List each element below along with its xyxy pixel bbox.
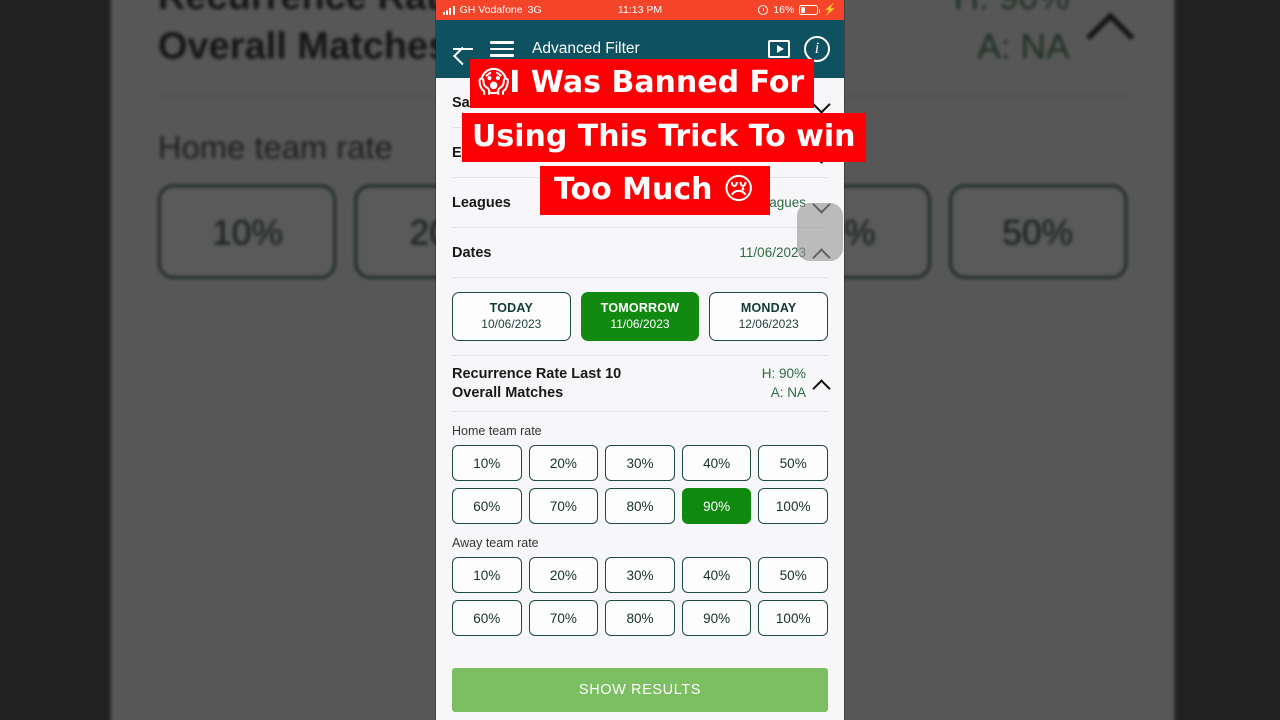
home-rate-option[interactable]: 40% [681, 445, 752, 481]
bg-home-summary: H: 90% [954, 0, 1070, 23]
battery-icon [799, 5, 821, 15]
away-rate-option[interactable]: 20% [528, 557, 599, 593]
recurrence-right: H: 90% A: NA [762, 365, 828, 401]
date-chip-tomorrow[interactable]: TOMORROW 11/06/2023 [580, 292, 700, 341]
caption-line-2: Using This Trick To win [462, 113, 866, 162]
bg-recurrence-summary: H: 90% A: NA [954, 0, 1070, 71]
dates-label: Dates [452, 244, 492, 261]
status-bar-left: GH Vodafone 3G [443, 4, 542, 16]
away-rate-option[interactable]: 40% [681, 557, 752, 593]
home-rate-option[interactable]: 10% [452, 445, 522, 481]
date-chip-title: MONDAY [740, 301, 797, 315]
date-chip-date: 11/06/2023 [610, 317, 670, 331]
date-chip-today[interactable]: TODAY 10/06/2023 [452, 292, 571, 341]
caption-line-3: Too Much 😢 [540, 166, 771, 215]
away-rate-option[interactable]: 100% [758, 600, 828, 636]
away-rate-option[interactable]: 30% [605, 557, 675, 593]
away-rate-grid-row1: 10% 20% 30% 40% 50% [452, 557, 828, 593]
bg-rate-cell: 50% [948, 184, 1128, 279]
home-rate-option[interactable]: 80% [605, 488, 675, 524]
signal-bars-icon [443, 5, 455, 15]
recurrence-label-line1: Recurrence Rate Last 10 [452, 366, 622, 383]
home-rate-option[interactable]: 30% [605, 445, 675, 481]
video-play-icon[interactable] [768, 40, 790, 58]
away-rate-option[interactable]: 70% [528, 600, 599, 636]
hamburger-menu-icon[interactable] [490, 37, 514, 60]
date-chip-title: TODAY [489, 301, 534, 315]
home-rate-option[interactable]: 20% [528, 445, 599, 481]
chevron-down-icon[interactable] [814, 196, 828, 210]
status-bar: GH Vodafone 3G 11:13 PM 16% ⚡ [436, 0, 844, 20]
date-chip-group: TODAY 10/06/2023 TOMORROW 11/06/2023 MON… [452, 278, 828, 356]
carrier-label: GH Vodafone [459, 4, 523, 16]
bg-recurrence-right: H: 90% A: NA [954, 0, 1128, 71]
dates-right: 11/06/2023 [739, 245, 828, 260]
chevron-up-icon [1091, 5, 1128, 42]
recurrence-label-line2: Overall Matches [452, 384, 564, 401]
away-rate-option[interactable]: 60% [452, 600, 522, 636]
bg-rate-cell: 10% [157, 184, 338, 279]
away-rate-option[interactable]: 80% [605, 600, 675, 636]
date-chip-date: 12/06/2023 [738, 317, 799, 331]
home-rate-grid-row1: 10% 20% 30% 40% 50% [452, 445, 828, 481]
lightning-bolt-icon: ⚡ [823, 3, 837, 16]
caption-line-1: 😱I Was Banned For [470, 59, 815, 108]
bg-away-summary: A: NA [977, 25, 1070, 66]
home-rate-option[interactable]: 50% [758, 445, 828, 481]
home-rate-option[interactable]: 70% [528, 488, 599, 524]
date-chip-title: TOMORROW [600, 301, 680, 315]
away-rate-option[interactable]: 10% [452, 557, 522, 593]
home-rate-grid-row2: 60% 70% 80% 90% 100% [452, 488, 828, 524]
chevron-up-icon[interactable] [814, 377, 828, 391]
alarm-icon [758, 5, 769, 15]
away-rate-summary: A: NA [770, 384, 806, 400]
chevron-down-icon[interactable] [814, 96, 828, 110]
date-chip-monday[interactable]: MONDAY 12/06/2023 [709, 292, 828, 341]
home-rate-option[interactable]: 100% [758, 488, 828, 524]
chevron-up-icon[interactable] [814, 246, 828, 260]
home-rate-summary: H: 90% [761, 366, 806, 382]
phone-screen: GH Vodafone 3G 11:13 PM 16% ⚡ Advanced F… [436, 0, 844, 720]
screenshot-root: Dates 11/06/2023 TODAY 10/06/2023 TOMORR… [0, 0, 1280, 720]
home-rate-option-selected[interactable]: 90% [681, 488, 752, 524]
network-type-label: 3G [527, 4, 542, 16]
row-recurrence-rate[interactable]: Recurrence Rate Last 10 Overall Matches … [452, 356, 828, 412]
row-dates[interactable]: Dates 11/06/2023 [452, 228, 828, 278]
date-chip-date: 10/06/2023 [481, 317, 542, 331]
away-rate-grid-row2: 60% 70% 80% 90% 100% [452, 600, 828, 636]
away-team-rate-label: Away team rate [452, 536, 539, 550]
dates-value: 11/06/2023 [739, 245, 806, 260]
recurrence-summary: H: 90% A: NA [762, 365, 806, 401]
away-rate-option[interactable]: 90% [681, 600, 752, 636]
show-results-button[interactable]: SHOW RESULTS [452, 668, 828, 712]
leagues-label: Leagues [452, 194, 511, 211]
page-title: Advanced Filter [532, 40, 640, 57]
status-bar-right: 16% ⚡ [758, 4, 837, 16]
away-rate-option[interactable]: 50% [758, 557, 828, 593]
home-team-rate-label: Home team rate [452, 424, 542, 438]
battery-percent-label: 16% [773, 4, 795, 16]
home-rate-option[interactable]: 60% [452, 488, 522, 524]
recurrence-label: Recurrence Rate Last 10 Overall Matches [452, 365, 621, 401]
